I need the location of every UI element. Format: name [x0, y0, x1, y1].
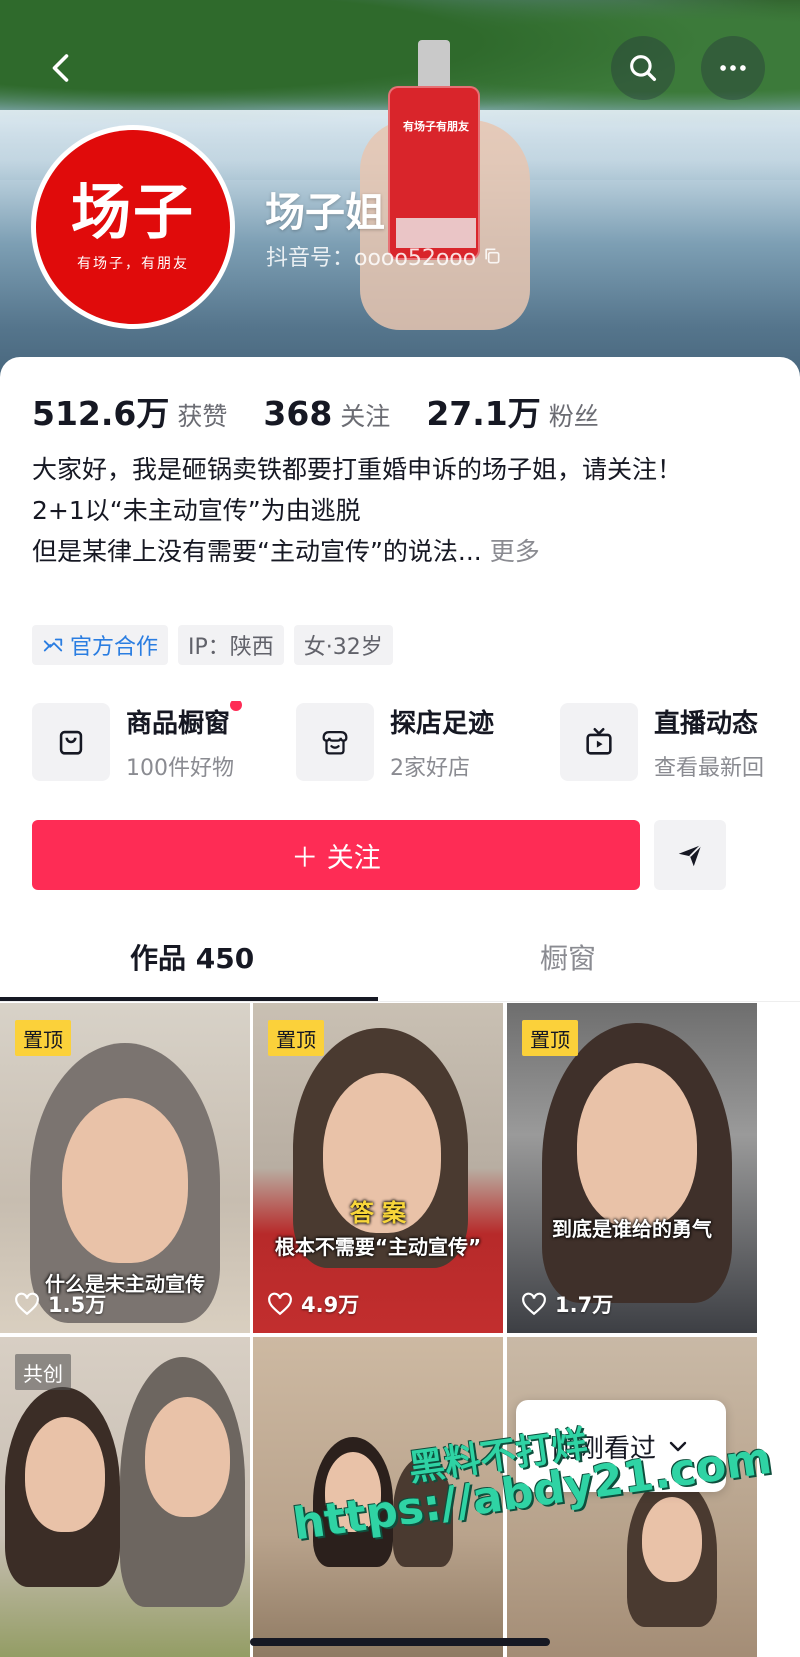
video-likes: 4.9万 — [267, 1289, 359, 1319]
bio-line-3: 但是某律上没有需要“主动宣传”的说法... 更多 — [32, 531, 732, 572]
more-dots-icon — [720, 65, 746, 71]
stat-followers-label: 粉丝 — [548, 402, 599, 431]
stats-row: 512.6万 获赞 368 关注 27.1万 粉丝 — [32, 387, 599, 435]
feature-live-updates[interactable]: 直播动态 查看最新回 — [560, 701, 764, 783]
feature-store-visits-sub: 2家好店 — [390, 755, 470, 781]
profile-name: 场子姐 — [265, 190, 385, 236]
feature-live-updates-sub: 查看最新回 — [654, 755, 765, 781]
share-button[interactable] — [654, 820, 726, 890]
bottle-label: 有场子有朋友 — [403, 120, 469, 133]
video-likes-count: 1.7万 — [555, 1293, 614, 1317]
back-button[interactable] — [30, 36, 94, 100]
video-caption: 到底是谁给的勇气 — [552, 1217, 712, 1241]
avatar-logo-subtext: 有场子，有朋友 — [77, 256, 189, 272]
stat-following-label: 关注 — [340, 402, 391, 431]
tag-ip: IP：陕西 — [178, 625, 284, 665]
avatar-logo: 场子 有场子，有朋友 — [36, 130, 230, 324]
bio-more-link[interactable]: 更多 — [490, 537, 540, 566]
heart-icon — [268, 1292, 292, 1316]
follow-button[interactable]: ＋ 关注 — [32, 820, 640, 890]
video-caption: 根本不需要“主动宣传” — [274, 1235, 482, 1259]
pinned-badge: 置顶 — [15, 1020, 71, 1056]
feature-shop-window[interactable]: 商品橱窗 100件好物 — [32, 701, 243, 783]
video-grid: 置顶 什么是未主动宣传 1.5万 置顶 答 案 根本不需要“主动宣传” 4.9万… — [0, 1003, 800, 1657]
tv-icon — [560, 703, 638, 781]
more-button[interactable] — [701, 36, 765, 100]
video-likes-count: 4.9万 — [301, 1293, 360, 1317]
profile-tags: 官方合作 IP：陕西 女·32岁 — [32, 625, 393, 665]
avatar-logo-text: 场子 — [71, 178, 195, 248]
bio-line-3-text: 但是某律上没有需要“主动宣传”的说法... — [32, 537, 482, 566]
tab-active-indicator — [0, 997, 378, 1001]
search-icon — [630, 55, 657, 82]
store-icon — [296, 703, 374, 781]
stat-likes-value: 512.6万 — [32, 394, 170, 433]
tab-shop-window[interactable]: 橱窗 — [540, 937, 596, 977]
feature-store-visits-title: 探店足迹 — [390, 708, 495, 739]
notification-dot — [230, 701, 243, 711]
avatar[interactable]: 场子 有场子，有朋友 — [31, 125, 235, 329]
bio-line-2: 2+1以“未主动宣传”为由逃脱 — [32, 496, 361, 525]
feature-shop-window-title: 商品橱窗 — [126, 701, 243, 740]
douyin-id-text: 抖音号：oooo52ooo — [266, 246, 477, 271]
home-indicator[interactable] — [250, 1638, 550, 1646]
stat-likes[interactable]: 512.6万 获赞 — [32, 387, 227, 435]
tag-gender-age: 女·32岁 — [293, 625, 393, 665]
pinned-badge: 置顶 — [522, 1020, 578, 1056]
feature-store-visits[interactable]: 探店足迹 2家好店 — [296, 701, 494, 783]
content-tabs: 作品 450 橱窗 — [0, 927, 800, 1002]
video-likes-count: 1.5万 — [48, 1293, 107, 1317]
feature-shop-window-sub: 100件好物 — [126, 755, 234, 781]
video-tile-1[interactable]: 置顶 什么是未主动宣传 1.5万 — [0, 1003, 250, 1333]
douyin-id[interactable]: 抖音号：oooo52ooo — [266, 240, 502, 272]
send-icon — [678, 844, 702, 867]
copy-icon[interactable] — [482, 246, 502, 266]
bio[interactable]: 大家好，我是砸锅卖铁都要打重婚申诉的场子姐，请关注！ 2+1以“未主动宣传”为由… — [32, 449, 732, 572]
stat-following-value: 368 — [263, 394, 333, 433]
video-caption-highlight: 答 案 — [349, 1199, 407, 1227]
heart-icon — [522, 1292, 546, 1316]
stat-likes-label: 获赞 — [177, 402, 228, 431]
bio-line-1: 大家好，我是砸锅卖铁都要打重婚申诉的场子姐，请关注！ — [32, 455, 683, 484]
video-tile-3[interactable]: 置顶 到底是谁给的勇气 1.7万 — [507, 1003, 757, 1333]
pinned-badge: 置顶 — [268, 1020, 324, 1056]
collab-badge: 共创 — [15, 1354, 71, 1390]
stat-following[interactable]: 368 关注 — [263, 394, 390, 433]
video-tile-2[interactable]: 置顶 答 案 根本不需要“主动宣传” 4.9万 — [253, 1003, 503, 1333]
video-tile-4[interactable]: 共创 — [0, 1337, 250, 1657]
tag-official-label: 官方合作 — [70, 635, 159, 660]
shopping-bag-icon — [32, 703, 110, 781]
cover-bottle: 有场子有朋友 — [388, 40, 480, 260]
search-button[interactable] — [611, 36, 675, 100]
stat-followers[interactable]: 27.1万 粉丝 — [426, 387, 598, 435]
tab-works[interactable]: 作品 450 — [130, 937, 254, 977]
video-likes: 1.7万 — [521, 1289, 613, 1319]
heart-icon — [15, 1292, 39, 1316]
feature-live-updates-title: 直播动态 — [654, 708, 759, 739]
tag-official-cooperation[interactable]: 官方合作 — [32, 625, 169, 665]
feature-entries: 商品橱窗 100件好物 探店足迹 2家好店 直播动态 查看最新回 — [32, 701, 800, 783]
video-likes: 1.5万 — [14, 1289, 106, 1319]
handshake-icon — [43, 638, 63, 652]
stat-followers-value: 27.1万 — [426, 394, 541, 433]
chevron-left-icon — [52, 54, 69, 82]
